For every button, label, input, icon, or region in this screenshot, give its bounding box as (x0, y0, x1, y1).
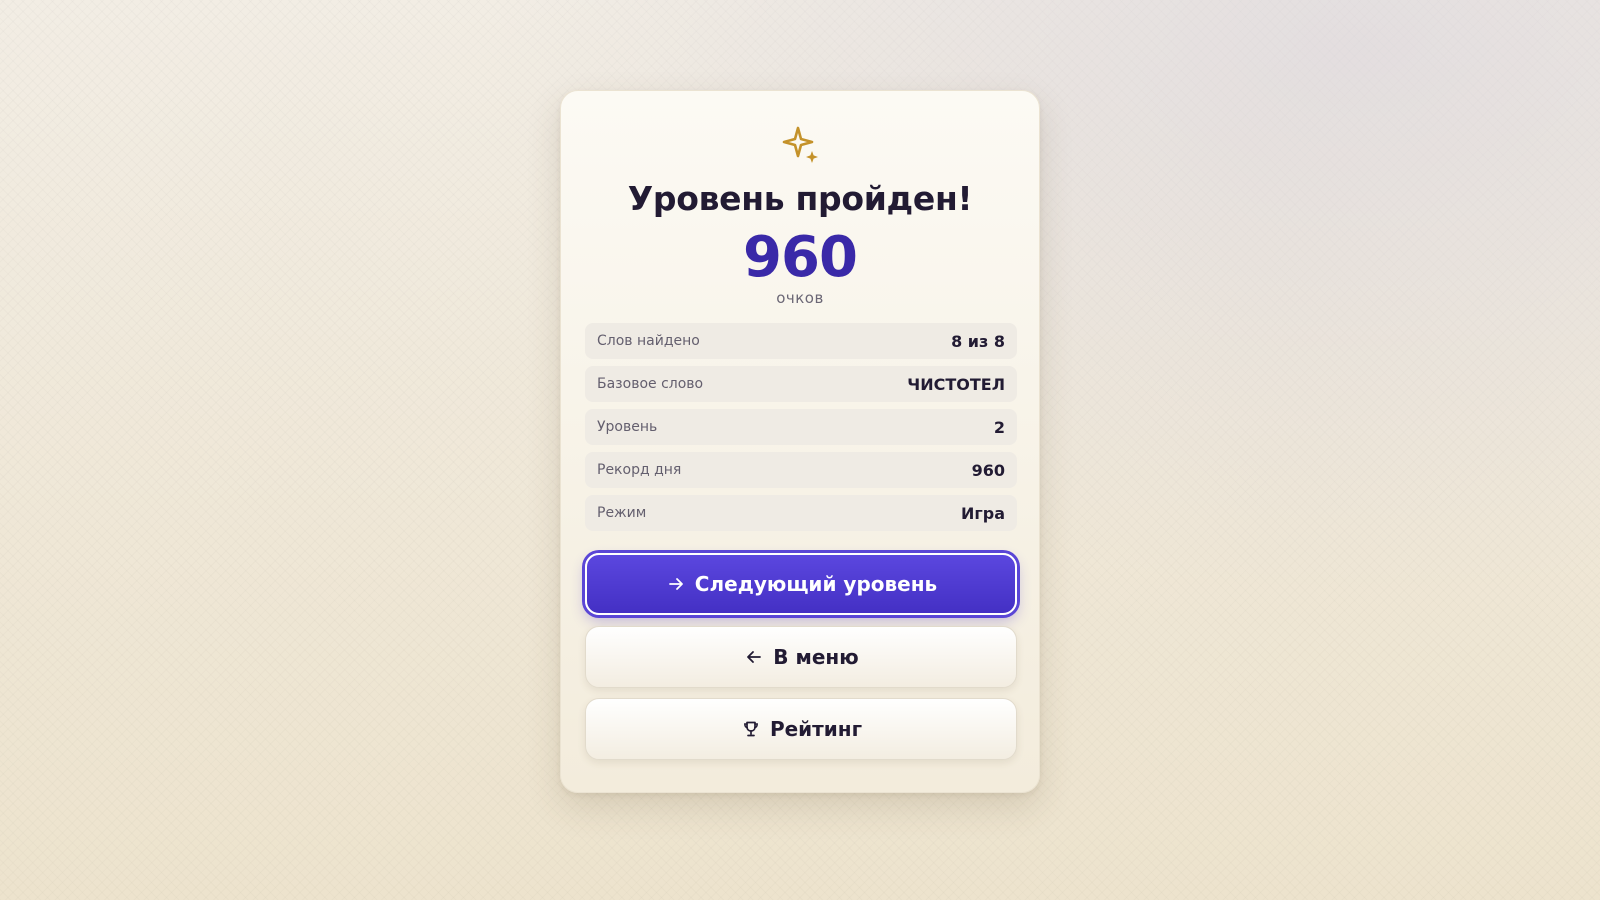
stat-row-mode: Режим Игра (585, 495, 1017, 531)
stat-value: Игра (961, 503, 1005, 523)
next-level-button[interactable]: Следующий уровень (585, 553, 1017, 615)
stat-label: Уровень (597, 419, 658, 435)
rating-button[interactable]: Рейтинг (585, 698, 1017, 760)
sparkle-icon (782, 126, 818, 163)
stat-value: 8 из 8 (951, 331, 1005, 351)
stat-row-daily-record: Рекорд дня 960 (585, 452, 1017, 488)
stat-row-base-word: Базовое слово ЧИСТОТЕЛ (585, 366, 1017, 402)
score-unit-label: очков (776, 289, 824, 307)
level-complete-title: Уровень пройден! (627, 179, 973, 218)
next-level-label: Следующий уровень (694, 572, 938, 596)
stat-row-words-found: Слов найдено 8 из 8 (585, 323, 1017, 359)
stat-label: Режим (597, 505, 647, 521)
menu-label: В меню (773, 645, 859, 669)
arrow-right-icon (665, 573, 687, 595)
menu-button[interactable]: В меню (585, 626, 1017, 688)
arrow-left-icon (743, 646, 765, 668)
stats-list: Слов найдено 8 из 8 Базовое слово ЧИСТОТ… (585, 323, 1017, 538)
level-complete-card: Уровень пройден! 960 очков Слов найдено … (560, 90, 1040, 793)
stat-label: Базовое слово (597, 376, 704, 392)
stat-value: 960 (971, 460, 1005, 480)
stat-value: 2 (993, 417, 1005, 437)
trophy-icon (740, 718, 762, 740)
stat-row-level: Уровень 2 (585, 409, 1017, 445)
stat-label: Слов найдено (597, 333, 700, 349)
stat-label: Рекорд дня (597, 462, 682, 478)
score-value: 960 (743, 225, 858, 290)
stat-value: ЧИСТОТЕЛ (907, 374, 1005, 394)
rating-label: Рейтинг (769, 717, 863, 741)
